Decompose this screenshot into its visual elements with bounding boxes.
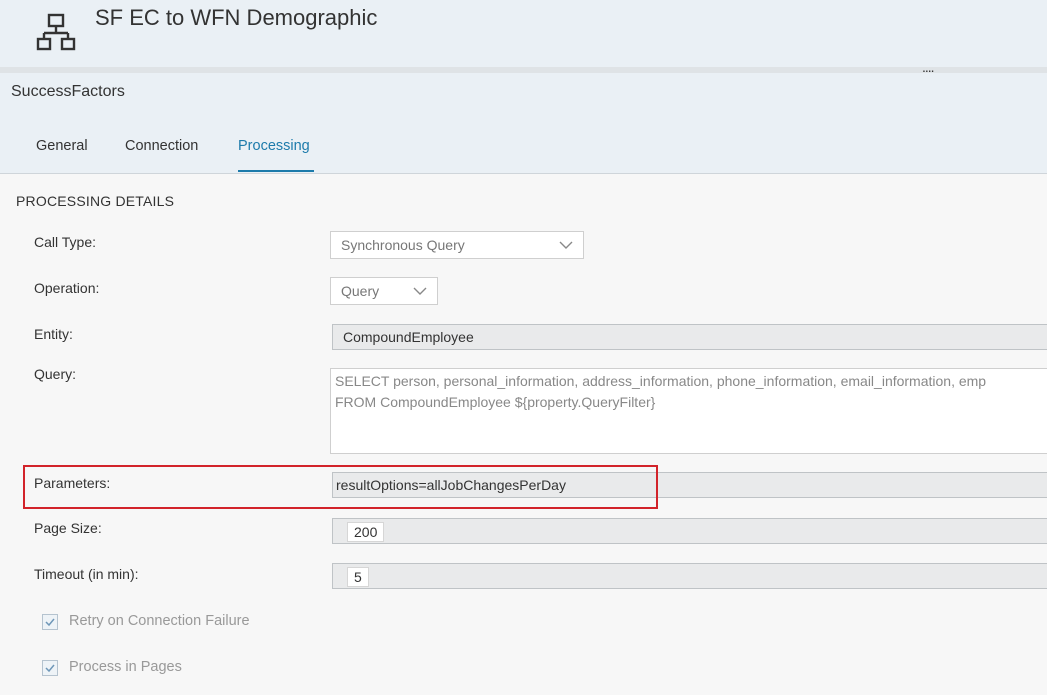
page-header: SF EC to WFN Demographic — [0, 0, 1047, 67]
query-label: Query: — [34, 366, 77, 382]
query-textarea[interactable]: SELECT person, personal_information, add… — [330, 368, 1047, 454]
call-type-label: Call Type: — [34, 234, 96, 250]
retry-checkbox[interactable] — [42, 614, 58, 630]
entity-label: Entity: — [34, 326, 73, 342]
tab-processing[interactable]: Processing — [238, 138, 310, 154]
object-subheader: SuccessFactors General Connection Proces… — [0, 73, 1047, 174]
operation-label: Operation: — [34, 280, 100, 296]
process-in-pages-label: Process in Pages — [69, 659, 182, 675]
timeout-field[interactable]: 5 — [332, 563, 1047, 589]
system-name: SuccessFactors — [11, 83, 125, 100]
chevron-down-icon — [559, 241, 573, 249]
more-options-icon[interactable]: .... — [922, 60, 935, 74]
query-line-1: SELECT person, personal_information, add… — [335, 373, 987, 389]
retry-label: Retry on Connection Failure — [69, 613, 250, 629]
checkmark-icon — [45, 618, 55, 627]
query-line-2: FROM CompoundEmployee ${property.QueryFi… — [335, 394, 656, 410]
page-title: SF EC to WFN Demographic — [95, 5, 378, 30]
active-tab-indicator — [238, 170, 314, 172]
page-size-label: Page Size: — [34, 520, 102, 536]
highlight-box — [23, 465, 658, 509]
process-in-pages-checkbox[interactable] — [42, 660, 58, 676]
page-size-field[interactable]: 200 — [332, 518, 1047, 544]
operation-value: Query — [341, 283, 380, 299]
chevron-down-icon — [413, 287, 427, 295]
hierarchy-icon — [36, 13, 76, 51]
entity-field[interactable]: CompoundEmployee — [332, 324, 1047, 350]
timeout-label: Timeout (in min): — [34, 566, 139, 582]
call-type-value: Synchronous Query — [341, 237, 465, 253]
tab-connection[interactable]: Connection — [125, 138, 198, 154]
call-type-select[interactable]: Synchronous Query — [330, 231, 584, 259]
section-title: PROCESSING DETAILS — [16, 193, 175, 209]
checkmark-icon — [45, 664, 55, 673]
page-size-value: 200 — [347, 522, 385, 542]
tab-general[interactable]: General — [36, 138, 88, 154]
timeout-value: 5 — [347, 567, 369, 587]
operation-select[interactable]: Query — [330, 277, 438, 305]
